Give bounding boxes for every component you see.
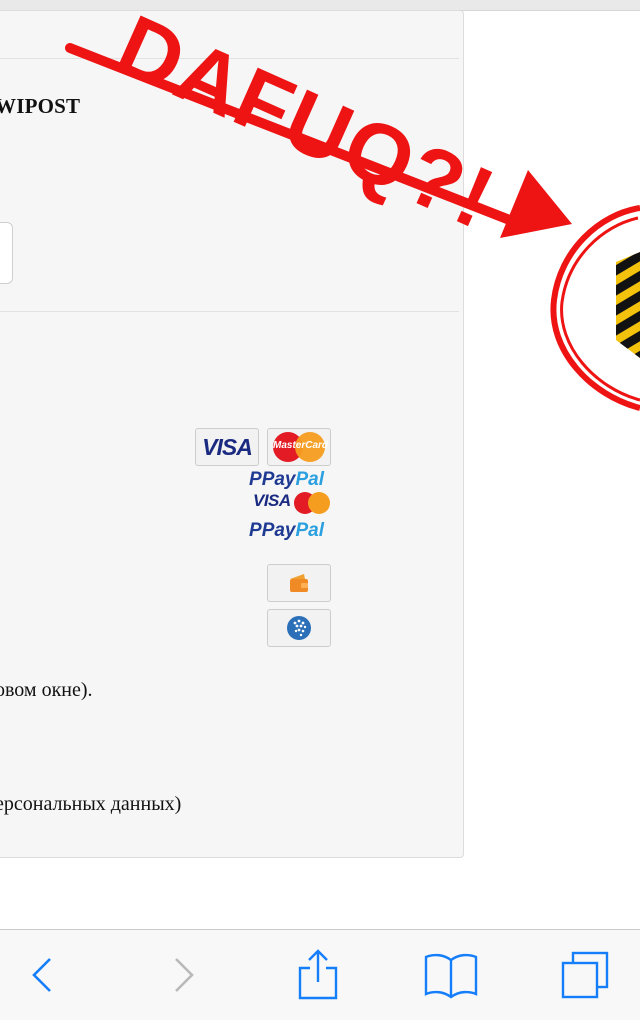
paypal-icon[interactable]: PPayPal <box>249 469 324 491</box>
tabs-icon <box>561 951 609 999</box>
hazard-badge-circled <box>550 205 640 411</box>
mastercard-label: MasterCard <box>273 440 329 451</box>
input-field-edge[interactable] <box>0 222 13 284</box>
browser-toolbar <box>0 929 640 1020</box>
paypal-pal: Pal <box>295 469 325 490</box>
paypal-pay: Pay <box>261 469 296 490</box>
paypal-p: P <box>249 469 262 490</box>
bookmarks-button[interactable] <box>411 930 491 1020</box>
paypal-pay: Pay <box>261 520 296 541</box>
personal-data-note: ерсональных данных) <box>0 793 182 815</box>
wallet-icon <box>290 574 308 592</box>
back-button[interactable] <box>3 930 83 1020</box>
paypal-pal: Pal <box>295 520 325 541</box>
visa-small-icon[interactable]: VISA <box>253 491 291 511</box>
webmoney-icon[interactable] <box>267 609 331 647</box>
hazard-stripes-icon <box>616 252 640 358</box>
share-button[interactable] <box>278 930 358 1020</box>
panel-divider <box>0 311 459 312</box>
forward-button[interactable] <box>143 930 223 1020</box>
share-icon <box>298 949 338 1000</box>
paypal-p: P <box>249 520 262 541</box>
yandex-wallet-icon[interactable] <box>267 564 331 602</box>
bookmarks-icon <box>424 953 478 999</box>
globe-icon <box>287 616 311 640</box>
mastercard-icon[interactable]: MasterCard <box>267 428 331 466</box>
mastercard-small-icon <box>294 492 330 514</box>
forward-icon <box>175 958 194 992</box>
back-icon <box>32 958 51 992</box>
new-window-note: овом окне). <box>0 679 93 701</box>
paypal-icon-2[interactable]: PPayPal <box>249 520 324 542</box>
visa-icon[interactable]: VISA <box>195 428 259 466</box>
tabs-button[interactable] <box>545 930 625 1020</box>
shipping-method-title: WIPOST <box>0 94 81 118</box>
